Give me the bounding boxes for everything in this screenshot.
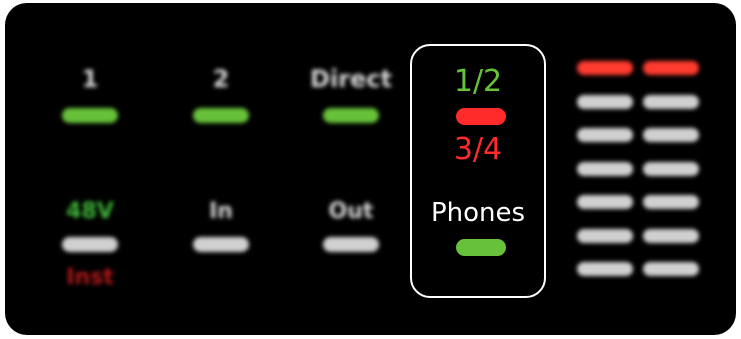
left-meter-segment <box>577 228 633 243</box>
in-label: In <box>209 199 233 224</box>
left-meter-segment <box>577 128 633 142</box>
left-meter-segment <box>577 94 633 109</box>
in-led[interactable] <box>193 237 249 252</box>
direct-led[interactable] <box>323 108 379 123</box>
right-level-meter <box>643 61 699 296</box>
channel-1-led[interactable] <box>62 108 118 123</box>
right-meter-segment <box>643 195 699 209</box>
channel-2-label: 2 <box>212 65 230 93</box>
device-front-panel: 1 2 Direct 48V Inst In Out 1/2 3/4 Phone… <box>5 3 736 335</box>
left-meter-segment <box>577 195 633 209</box>
out-label: Out <box>328 199 374 224</box>
out-led[interactable] <box>323 237 379 252</box>
monitor-selector[interactable]: 1/2 3/4 Phones <box>410 44 546 298</box>
option-3-4-label[interactable]: 3/4 <box>412 132 544 167</box>
left-level-meter <box>577 61 633 296</box>
right-meter-segment <box>643 61 699 75</box>
right-meter-segment <box>643 228 699 243</box>
phones-led <box>456 239 506 256</box>
option-red-led <box>456 108 506 125</box>
phantom-power-label: 48V <box>66 199 114 224</box>
right-meter-segment <box>643 161 699 176</box>
right-meter-segment <box>643 128 699 142</box>
instrument-label: Inst <box>66 265 114 290</box>
phantom-power-led[interactable] <box>62 237 118 252</box>
left-meter-segment <box>577 61 633 75</box>
left-meter-segment <box>577 161 633 176</box>
right-meter-segment <box>643 94 699 109</box>
option-1-2-label[interactable]: 1/2 <box>412 64 544 99</box>
left-meter-segment <box>577 262 633 276</box>
direct-label: Direct <box>310 65 392 93</box>
channel-2-led[interactable] <box>193 108 249 123</box>
channel-1-label: 1 <box>81 65 99 93</box>
right-meter-segment <box>643 262 699 276</box>
phones-label[interactable]: Phones <box>412 198 544 228</box>
